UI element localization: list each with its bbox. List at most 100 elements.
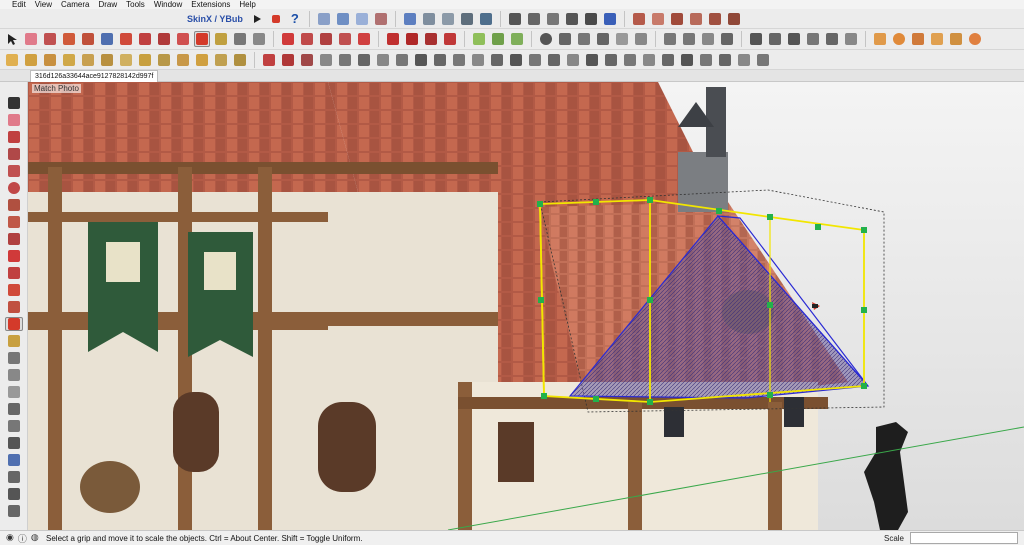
- shapes-icon[interactable]: [80, 31, 96, 47]
- zoom-icon[interactable]: [318, 31, 334, 47]
- box-pattern-icon[interactable]: [137, 52, 153, 68]
- select-icon[interactable]: [5, 96, 23, 110]
- box-shell-icon[interactable]: [156, 52, 172, 68]
- style-shaded-icon[interactable]: [719, 31, 735, 47]
- offset-tool-icon[interactable]: [213, 31, 229, 47]
- stop-icon[interactable]: [268, 11, 284, 27]
- box-wrap-icon[interactable]: [4, 52, 20, 68]
- shield-icon[interactable]: [442, 31, 458, 47]
- push-pull-icon[interactable]: [5, 266, 23, 280]
- drape-icon[interactable]: [688, 11, 704, 27]
- move-icon[interactable]: [156, 31, 172, 47]
- top-view-icon[interactable]: [767, 31, 783, 47]
- paint-bucket-icon[interactable]: [99, 31, 115, 47]
- style-xray-icon[interactable]: [662, 31, 678, 47]
- circle-orange-icon[interactable]: [891, 31, 907, 47]
- eraser-icon[interactable]: [5, 113, 23, 127]
- path-extrude-icon[interactable]: [318, 52, 334, 68]
- box-grid-icon[interactable]: [99, 52, 115, 68]
- user-icon[interactable]: ◍: [31, 532, 39, 545]
- components-icon[interactable]: [423, 31, 439, 47]
- orbit-icon[interactable]: [280, 31, 296, 47]
- zoom-icon[interactable]: [5, 504, 23, 518]
- path-fillet-icon[interactable]: [489, 52, 505, 68]
- circle-icon[interactable]: [5, 181, 23, 195]
- shadow-icon[interactable]: [614, 31, 630, 47]
- document-tab[interactable]: 316d126a33644ace9127828142d997f: [30, 70, 159, 82]
- model-viewport[interactable]: Match Photo: [28, 82, 1024, 530]
- box-unwrap-icon[interactable]: [23, 52, 39, 68]
- style-wireframe-icon[interactable]: [681, 31, 697, 47]
- follow-me-icon[interactable]: [5, 300, 23, 314]
- path-icon[interactable]: [261, 52, 277, 68]
- teapot-icon[interactable]: [557, 31, 573, 47]
- fillet-icon[interactable]: [354, 11, 370, 27]
- sandbox-icon[interactable]: [471, 31, 487, 47]
- group-icon[interactable]: [545, 11, 561, 27]
- skin-toolbar-button[interactable]: SkinX / YBub: [184, 14, 246, 24]
- path-loft-icon[interactable]: [337, 52, 353, 68]
- box-split-icon[interactable]: [61, 52, 77, 68]
- box-stack-icon[interactable]: [194, 52, 210, 68]
- eraser-icon[interactable]: [23, 31, 39, 47]
- bezier-icon[interactable]: [373, 11, 389, 27]
- line-icon[interactable]: [421, 11, 437, 27]
- box-merge-icon[interactable]: [80, 52, 96, 68]
- paint-bucket-icon[interactable]: [5, 453, 23, 467]
- extension-warehouse-icon[interactable]: [404, 31, 420, 47]
- arc-tool-icon[interactable]: [335, 11, 351, 27]
- box-slice-icon[interactable]: [42, 52, 58, 68]
- menu-tools[interactable]: Tools: [126, 0, 145, 9]
- offset-icon[interactable]: [459, 11, 475, 27]
- offset-icon[interactable]: [5, 334, 23, 348]
- line-icon[interactable]: [5, 130, 23, 144]
- tower-icon[interactable]: [669, 11, 685, 27]
- wedge-icon[interactable]: [726, 11, 742, 27]
- polygon-icon[interactable]: [5, 198, 23, 212]
- help-icon[interactable]: ?: [287, 11, 303, 27]
- previous-view-icon[interactable]: [356, 31, 372, 47]
- path-twist-icon[interactable]: [394, 52, 410, 68]
- cube-view-icon[interactable]: [595, 31, 611, 47]
- path-intersect-icon[interactable]: [698, 52, 714, 68]
- roof-icon[interactable]: [631, 11, 647, 27]
- box-fill-icon[interactable]: [232, 52, 248, 68]
- measurement-input[interactable]: [910, 532, 1018, 544]
- warehouse-icon[interactable]: [385, 31, 401, 47]
- text-icon[interactable]: [251, 31, 267, 47]
- box-hollow-icon[interactable]: [175, 52, 191, 68]
- menu-camera[interactable]: Camera: [61, 0, 89, 9]
- cube-outline-icon[interactable]: [526, 11, 542, 27]
- play-icon[interactable]: [249, 11, 265, 27]
- follow-me-icon[interactable]: [137, 31, 153, 47]
- dimension-icon[interactable]: [5, 368, 23, 382]
- path-hatch-icon[interactable]: [736, 52, 752, 68]
- style-hidden-icon[interactable]: [700, 31, 716, 47]
- axes-icon[interactable]: [5, 419, 23, 433]
- info-icon[interactable]: ⓘ: [18, 532, 27, 545]
- path-join-icon[interactable]: [565, 52, 581, 68]
- flower-icon[interactable]: [948, 31, 964, 47]
- pan-icon[interactable]: [5, 487, 23, 501]
- right-view-icon[interactable]: [805, 31, 821, 47]
- menu-draw[interactable]: Draw: [98, 0, 117, 9]
- front-view-icon[interactable]: [786, 31, 802, 47]
- curve-tool-icon[interactable]: [316, 11, 332, 27]
- blue-solid-icon[interactable]: [602, 11, 618, 27]
- menu-help[interactable]: Help: [239, 0, 255, 9]
- arc-icon[interactable]: [5, 215, 23, 229]
- box-array-icon[interactable]: [213, 52, 229, 68]
- scale-tool-icon[interactable]: [194, 31, 210, 47]
- path-taper-icon[interactable]: [432, 52, 448, 68]
- polyline-icon[interactable]: [440, 11, 456, 27]
- text-icon[interactable]: [5, 402, 23, 416]
- path-reverse-icon[interactable]: [584, 52, 600, 68]
- house-icon[interactable]: [576, 31, 592, 47]
- arc-icon[interactable]: [61, 31, 77, 47]
- freehand-icon[interactable]: [5, 147, 23, 161]
- cone-icon[interactable]: [707, 11, 723, 27]
- path-weld-icon[interactable]: [527, 52, 543, 68]
- tape-measure-icon[interactable]: [232, 31, 248, 47]
- path-offset-icon[interactable]: [299, 52, 315, 68]
- path-simplify-icon[interactable]: [641, 52, 657, 68]
